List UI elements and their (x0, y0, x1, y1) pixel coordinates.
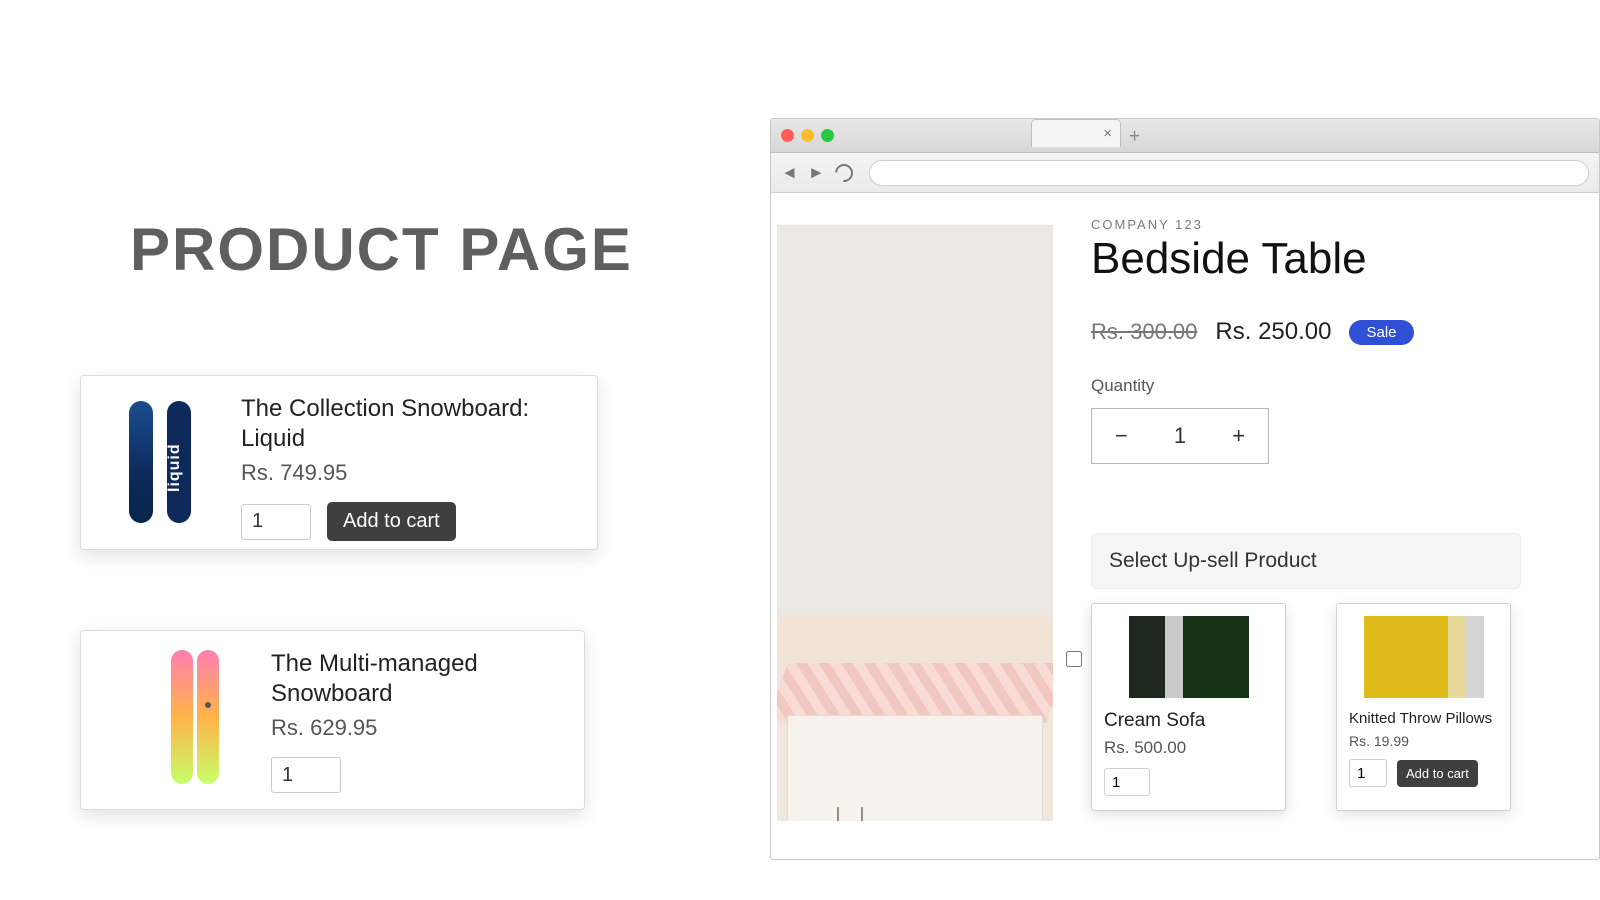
quantity-input[interactable] (271, 757, 341, 793)
svg-text:liquid: liquid (166, 443, 183, 492)
quantity-increase-button[interactable]: + (1209, 423, 1268, 449)
reload-icon[interactable] (831, 160, 856, 185)
page-title: PRODUCT PAGE (130, 215, 633, 284)
window-min-dot[interactable] (801, 129, 814, 142)
upsell-quantity-input[interactable] (1104, 768, 1150, 796)
product-title: The Collection Snowboard: Liquid (241, 394, 577, 454)
upsell-thumbnail (1129, 616, 1249, 698)
upsell-add-to-cart-button[interactable]: Add to cart (1397, 760, 1478, 787)
address-bar[interactable] (869, 160, 1589, 186)
quantity-input[interactable] (241, 504, 311, 540)
window-max-dot[interactable] (821, 129, 834, 142)
upsell-title: Knitted Throw Pillows (1349, 710, 1498, 727)
product-thumbnail (131, 649, 251, 784)
browser-window: × + ◄ ► COMPANY 123 Bedside Table Rs. 30… (770, 118, 1600, 860)
upsell-price: Rs. 19.99 (1349, 733, 1498, 749)
browser-tab[interactable]: × (1031, 119, 1121, 147)
upsell-quantity-input[interactable] (1349, 759, 1387, 787)
product-thumbnail: liquid (101, 394, 221, 529)
compare-at-price: Rs. 300.00 (1091, 319, 1197, 345)
browser-titlebar: × + (771, 119, 1599, 153)
quantity-decrease-button[interactable]: − (1092, 423, 1151, 449)
sale-badge: Sale (1349, 320, 1413, 345)
new-tab-icon[interactable]: + (1129, 126, 1140, 148)
product-main-image (777, 225, 1053, 821)
product-title: The Multi-managed Snowboard (271, 649, 564, 709)
back-icon[interactable]: ◄ (781, 163, 798, 183)
product-price: Rs. 250.00 (1215, 318, 1331, 346)
quantity-value: 1 (1151, 423, 1210, 449)
upsell-title: Cream Sofa (1104, 710, 1273, 732)
upsell-thumbnail (1364, 616, 1484, 698)
upsell-card: Knitted Throw Pillows Rs. 19.99 Add to c… (1336, 603, 1511, 811)
window-close-dot[interactable] (781, 129, 794, 142)
product-price: Rs. 749.95 (241, 460, 577, 486)
browser-toolbar: ◄ ► (771, 153, 1599, 193)
upsell-section-header: Select Up-sell Product (1091, 533, 1521, 589)
upsell-select-checkbox[interactable] (1066, 651, 1082, 667)
product-price: Rs. 629.95 (271, 715, 564, 741)
close-tab-icon[interactable]: × (1103, 125, 1112, 142)
quantity-label: Quantity (1091, 376, 1589, 396)
forward-icon[interactable]: ► (808, 163, 825, 183)
upsell-price: Rs. 500.00 (1104, 738, 1273, 758)
product-title: Bedside Table (1091, 234, 1589, 284)
product-card: The Multi-managed Snowboard Rs. 629.95 (80, 630, 585, 810)
upsell-card: Cream Sofa Rs. 500.00 (1091, 603, 1286, 811)
add-to-cart-button[interactable]: Add to cart (327, 502, 456, 541)
quantity-stepper: − 1 + (1091, 408, 1269, 464)
vendor-label: COMPANY 123 (1091, 217, 1589, 232)
product-card: liquid The Collection Snowboard: Liquid … (80, 375, 598, 550)
